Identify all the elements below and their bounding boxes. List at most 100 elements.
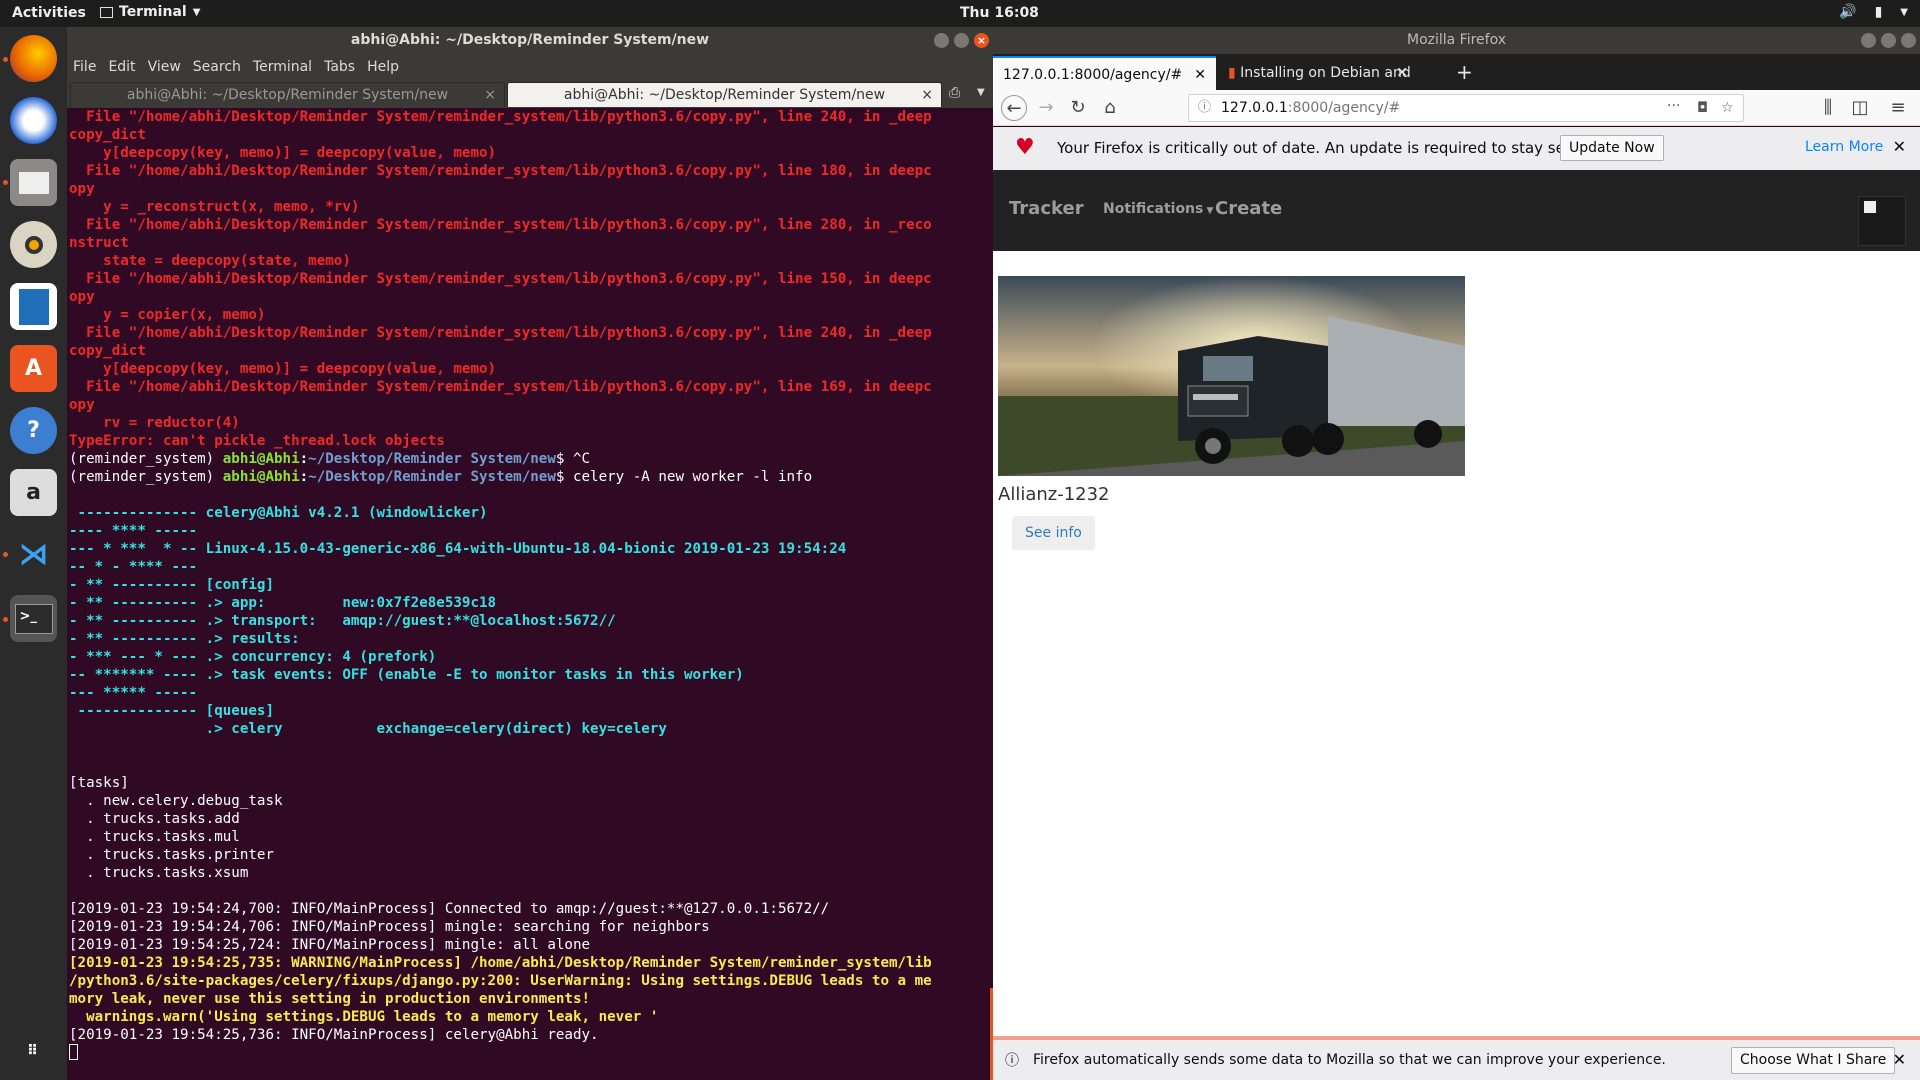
maximize-button[interactable]	[1881, 33, 1896, 48]
firefox-icon[interactable]	[10, 35, 57, 82]
home-icon[interactable]: ⌂	[1097, 95, 1123, 121]
new-tab-icon[interactable]: ⎙	[949, 85, 960, 101]
close-icon[interactable]: ×	[921, 83, 933, 108]
terminal-line: File "/home/abhi/Desktop/Reminder System…	[69, 324, 991, 342]
terminal-line: (reminder_system) abhi@Abhi:~/Desktop/Re…	[69, 450, 991, 468]
browser-tab[interactable]: ▮ Installing on Debian and ✕	[1218, 56, 1418, 90]
clock[interactable]: Thu 16:08	[960, 5, 1039, 21]
line-text: -- * - **** ---	[69, 559, 198, 575]
terminal-icon[interactable]: >_	[10, 595, 57, 642]
app-menu[interactable]: Terminal ▼	[100, 4, 200, 20]
line-text: . trucks.tasks.xsum	[69, 865, 249, 881]
close-button[interactable]: ×	[974, 33, 989, 48]
running-indicator	[3, 617, 8, 622]
terminal-line: - *** --- * --- .> concurrency: 4 (prefo…	[69, 648, 991, 666]
help-icon[interactable]: ?	[10, 407, 57, 454]
terminal-line: opy	[69, 288, 991, 306]
terminal-tab-bar: abhi@Abhi: ~/Desktop/Reminder System/new…	[67, 81, 993, 108]
terminal-line: . trucks.tasks.add	[69, 810, 991, 828]
menu-file[interactable]: File	[67, 54, 102, 80]
line-text: . new.celery.debug_task	[69, 793, 283, 809]
activities-button[interactable]: Activities	[12, 5, 86, 21]
writer-icon[interactable]	[10, 283, 57, 330]
files-icon[interactable]	[10, 159, 57, 206]
maximize-button[interactable]	[954, 33, 969, 48]
rhythmbox-icon[interactable]	[10, 221, 57, 268]
url-bar[interactable]: ⓘ 127.0.0.1:8000/agency/# ··· ◘ ☆	[1188, 94, 1744, 122]
line-text: opy	[69, 181, 95, 197]
terminal-line: y[deepcopy(key, memo)] = deepcopy(value,…	[69, 360, 991, 378]
navbar-toggle-button[interactable]	[1858, 196, 1906, 246]
minimize-button[interactable]	[1861, 33, 1876, 48]
close-icon[interactable]: ✕	[1194, 58, 1206, 90]
notifications-dropdown[interactable]: Notifications ▼	[1103, 201, 1213, 217]
prompt-user: abhi@Abhi	[222, 469, 300, 485]
info-icon[interactable]: ⓘ	[1198, 95, 1211, 121]
hamburger-menu-icon[interactable]: ≡	[1885, 95, 1911, 121]
line-text: nstruct	[69, 235, 129, 251]
show-apps-icon[interactable]: ⠿	[10, 1027, 57, 1074]
terminal-line: File "/home/abhi/Desktop/Reminder System…	[69, 108, 991, 126]
terminal-line: TypeError: can't pickle _thread.lock obj…	[69, 432, 991, 450]
menu-terminal[interactable]: Terminal	[247, 54, 318, 80]
choose-what-i-share-button[interactable]: Choose What I Share	[1731, 1047, 1896, 1074]
close-button[interactable]	[1901, 33, 1916, 48]
line-text: -------------- celery@Abhi v4.2.1 (windo…	[69, 505, 488, 521]
navigation-toolbar: ← → ↻ ⌂ ⓘ 127.0.0.1:8000/agency/# ··· ◘ …	[993, 90, 1920, 126]
amazon-icon[interactable]: a	[10, 469, 57, 516]
library-icon[interactable]: ⫼	[1815, 95, 1841, 121]
line-text: y[deepcopy(key, memo)] = deepcopy(value,…	[69, 145, 497, 161]
vscode-icon[interactable]: ⋊	[10, 531, 57, 578]
window-title: Mozilla Firefox	[1406, 32, 1507, 48]
line-text: ---- **** -----	[69, 523, 198, 539]
chevron-down-icon[interactable]: ▼	[977, 87, 985, 98]
create-link[interactable]: Create	[1215, 198, 1282, 219]
page-actions-icon[interactable]: ···	[1667, 93, 1680, 119]
browser-tab-active[interactable]: 127.0.0.1:8000/agency/# ✕	[993, 56, 1216, 90]
terminal-line: - ** ---------- .> app: new:0x7f2e8e539c…	[69, 594, 991, 612]
terminal-line: state = deepcopy(state, memo)	[69, 252, 991, 270]
system-tray[interactable]: 🔊 ▮ ▼	[1839, 4, 1908, 20]
terminal-tab[interactable]: abhi@Abhi: ~/Desktop/Reminder System/new…	[70, 82, 505, 107]
running-indicator	[3, 180, 8, 185]
bookmark-star-icon[interactable]: ☆	[1721, 95, 1734, 121]
line-text: TypeError: can't pickle _thread.lock obj…	[69, 433, 445, 449]
running-indicator	[3, 57, 8, 62]
reload-icon[interactable]: ↻	[1065, 95, 1091, 121]
menu-help[interactable]: Help	[361, 54, 405, 80]
terminal-line: (reminder_system) abhi@Abhi:~/Desktop/Re…	[69, 468, 991, 486]
prompt-env: (reminder_system)	[69, 469, 223, 485]
terminal-output[interactable]: File "/home/abhi/Desktop/Reminder System…	[67, 108, 993, 1080]
tab-favicon-icon: ▮	[1228, 65, 1236, 81]
menu-view[interactable]: View	[142, 54, 187, 80]
firefox-titlebar[interactable]: Mozilla Firefox	[993, 27, 1920, 54]
menu-search[interactable]: Search	[187, 54, 247, 80]
close-icon[interactable]: ✕	[1396, 56, 1408, 90]
software-icon[interactable]: A	[10, 345, 57, 392]
prompt-cmd: $ ^C	[555, 451, 591, 467]
back-icon[interactable]: ←	[1001, 95, 1027, 121]
forward-icon[interactable]: →	[1033, 95, 1059, 121]
brand-link[interactable]: Tracker	[1009, 198, 1084, 219]
close-icon[interactable]: ×	[484, 83, 496, 108]
line-text: File "/home/abhi/Desktop/Reminder System…	[69, 163, 932, 179]
new-tab-icon[interactable]: +	[1456, 60, 1473, 84]
terminal-line: nstruct	[69, 234, 991, 252]
terminal-line: [2019-01-23 19:54:24,706: INFO/MainProce…	[69, 918, 991, 936]
terminal-tab-active[interactable]: abhi@Abhi: ~/Desktop/Reminder System/new…	[507, 82, 942, 107]
see-info-button[interactable]: See info	[1012, 516, 1095, 550]
pocket-icon[interactable]: ◘	[1697, 95, 1708, 121]
terminal-line: mory leak, never use this setting in pro…	[69, 990, 991, 1008]
learn-more-link[interactable]: Learn More	[1805, 139, 1883, 155]
line-text: File "/home/abhi/Desktop/Reminder System…	[69, 379, 932, 395]
minimize-button[interactable]	[934, 33, 949, 48]
close-icon[interactable]: ✕	[1893, 137, 1906, 156]
terminal-line: rv = reductor(4)	[69, 414, 991, 432]
sidebar-icon[interactable]: ◫	[1847, 95, 1873, 121]
close-icon[interactable]: ✕	[1893, 1050, 1906, 1069]
menu-edit[interactable]: Edit	[102, 54, 141, 80]
menu-tabs[interactable]: Tabs	[318, 54, 361, 80]
terminal-titlebar[interactable]: abhi@Abhi: ~/Desktop/Reminder System/new…	[67, 27, 993, 54]
thunderbird-icon[interactable]	[10, 97, 57, 144]
update-now-button[interactable]: Update Now	[1560, 135, 1664, 161]
